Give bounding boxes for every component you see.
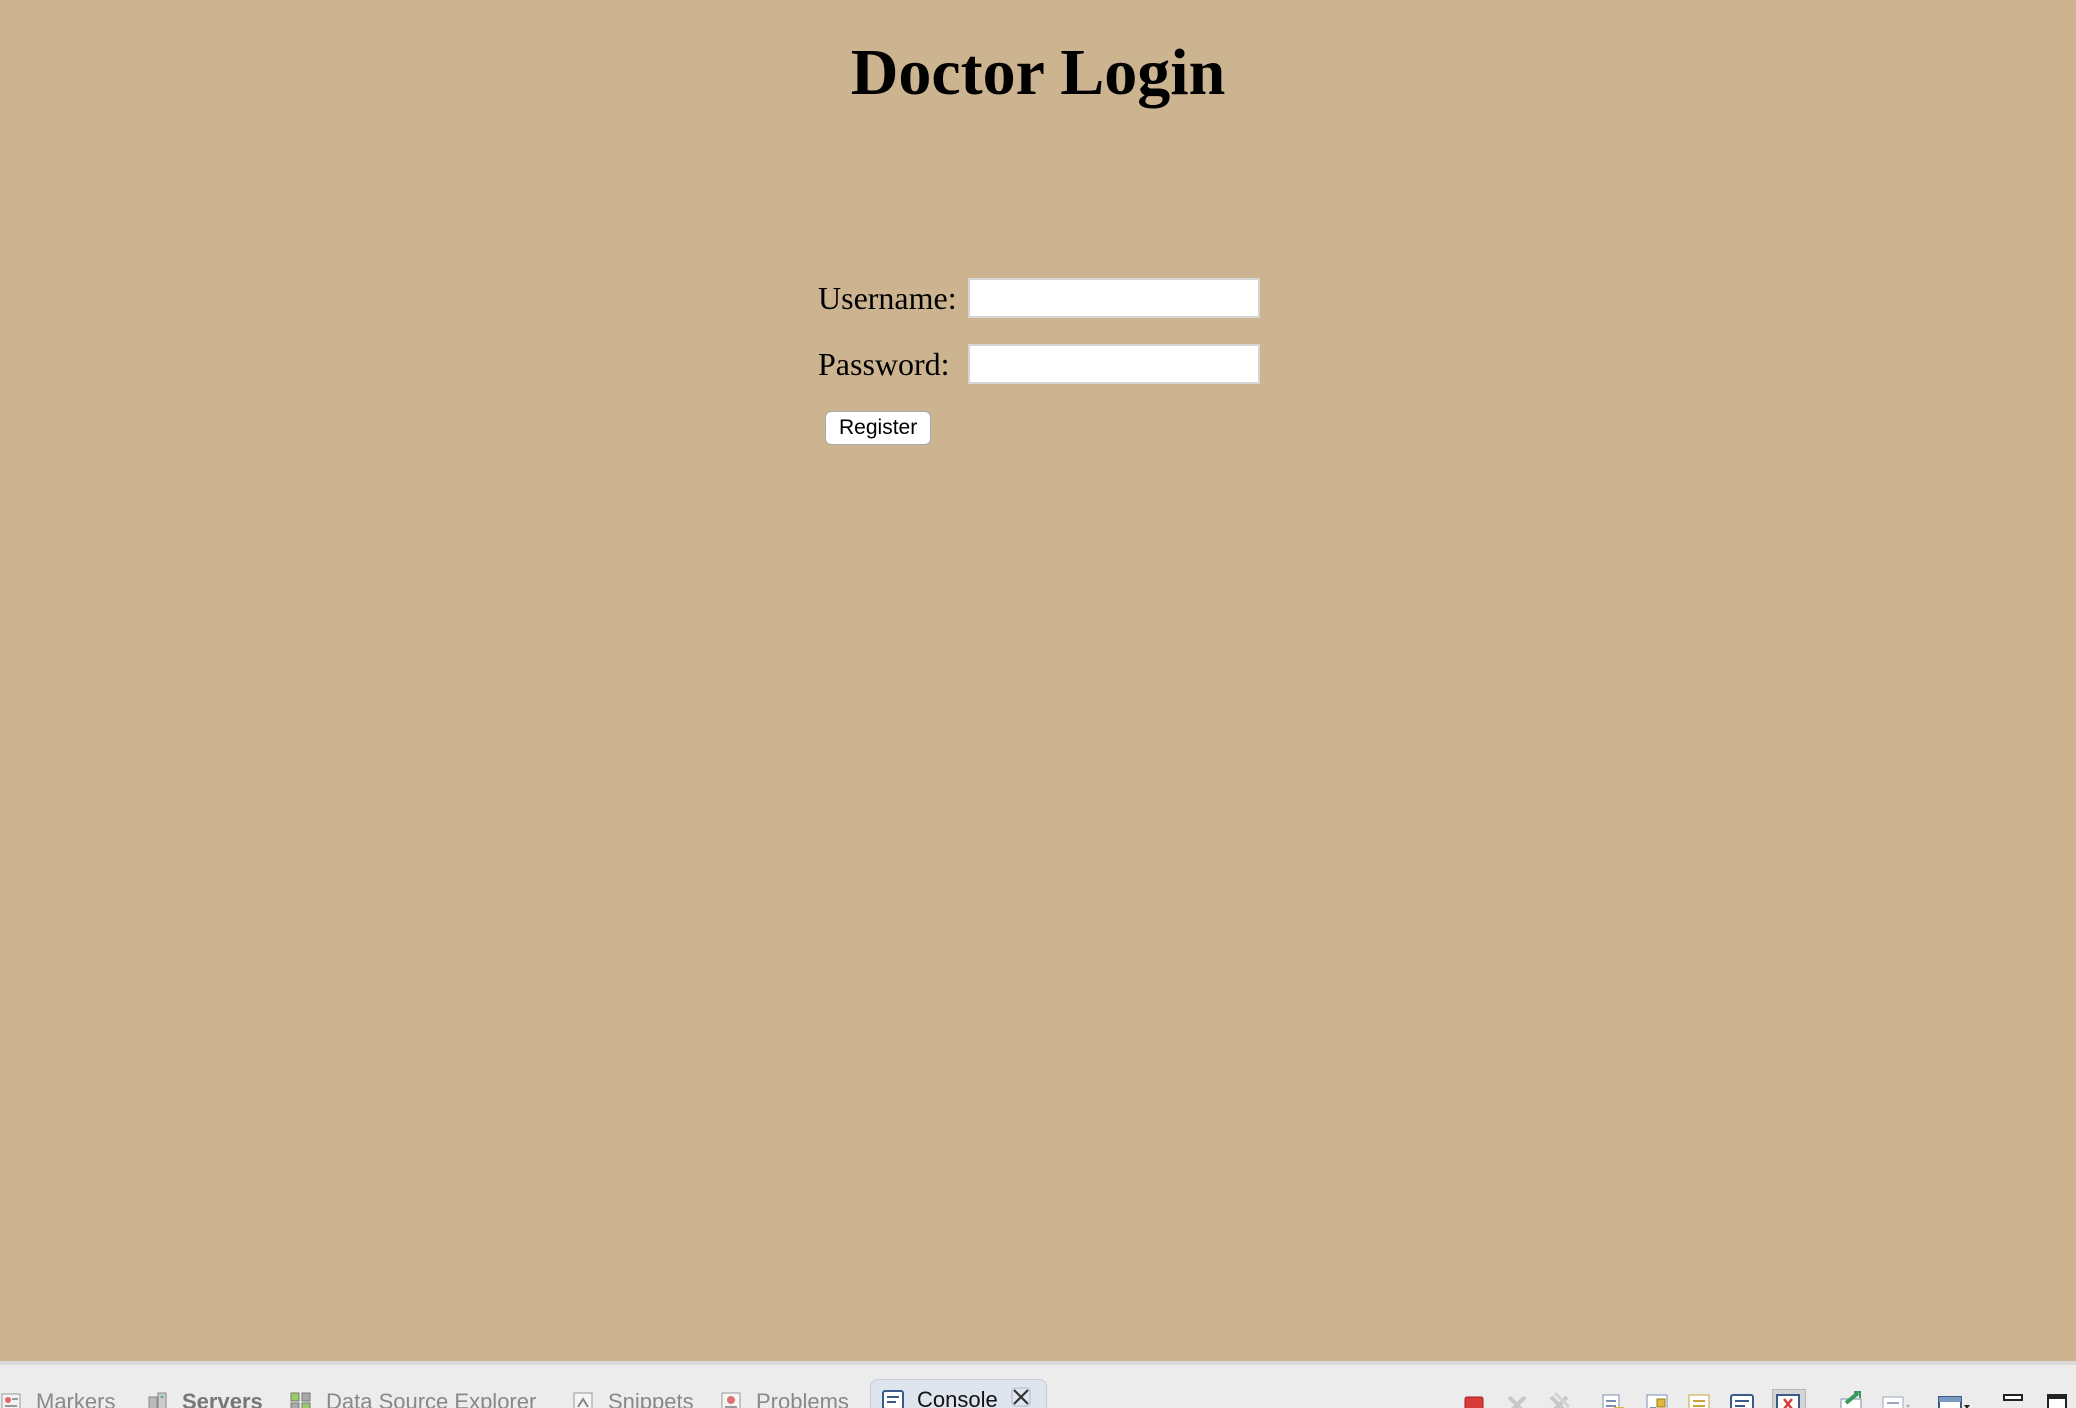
tab-data-source-explorer[interactable]: Data Source Explorer (290, 1387, 536, 1408)
tab-console[interactable]: Console (870, 1379, 1047, 1408)
tab-servers[interactable]: Servers (146, 1387, 263, 1408)
close-icon[interactable] (1010, 1386, 1032, 1408)
register-button[interactable]: Register (825, 411, 932, 445)
terminate-icon[interactable] (1462, 1389, 1486, 1408)
tab-markers-label: Markers (36, 1389, 116, 1408)
remove-all-launches-icon[interactable] (1546, 1389, 1571, 1408)
minimize-icon[interactable] (2000, 1389, 2024, 1408)
scroll-lock-icon[interactable] (1644, 1389, 1668, 1408)
markers-icon (0, 1391, 24, 1408)
clear-console-icon[interactable] (1600, 1389, 1624, 1408)
maximize-icon[interactable] (2044, 1389, 2068, 1408)
data-source-explorer-icon (290, 1391, 314, 1408)
tab-data-source-explorer-label: Data Source Explorer (326, 1389, 537, 1408)
password-row: Password: (818, 342, 1260, 386)
snippets-icon (572, 1391, 596, 1408)
display-selected-console-icon[interactable] (1880, 1389, 1914, 1408)
tab-snippets[interactable]: Snippets (572, 1387, 694, 1408)
console-icon (881, 1389, 905, 1408)
page-title: Doctor Login (850, 36, 1226, 109)
username-input[interactable] (968, 278, 1260, 318)
tab-snippets-label: Snippets (608, 1389, 694, 1408)
password-input[interactable] (968, 344, 1260, 384)
tab-console-label: Console (917, 1387, 998, 1408)
remove-launch-icon[interactable] (1504, 1389, 1528, 1408)
new-console-view-icon[interactable] (1936, 1389, 1972, 1408)
tab-problems[interactable]: Problems (720, 1387, 849, 1408)
problems-icon (720, 1391, 744, 1408)
servers-icon (146, 1391, 170, 1408)
username-row: Username: (818, 276, 1260, 320)
tab-problems-label: Problems (756, 1389, 849, 1408)
password-label: Password: (818, 345, 950, 382)
ide-bottom-tab-bar: Markers Servers Data Source Explorer Sni… (0, 1361, 2076, 1408)
open-console-icon[interactable] (1838, 1389, 1862, 1408)
show-console-on-output-icon[interactable] (1772, 1389, 1806, 1408)
tab-markers[interactable]: Markers (0, 1387, 115, 1408)
browser-content-area: Doctor Login Username: Password: Registe… (0, 0, 2076, 1361)
word-wrap-icon[interactable] (1686, 1389, 1710, 1408)
pin-console-icon[interactable] (1728, 1389, 1754, 1408)
login-form: Username: Password: Register (818, 276, 1260, 445)
page: Doctor Login Username: Password: Registe… (0, 0, 2076, 1408)
tab-servers-label: Servers (182, 1389, 263, 1408)
username-label: Username: (818, 279, 957, 316)
